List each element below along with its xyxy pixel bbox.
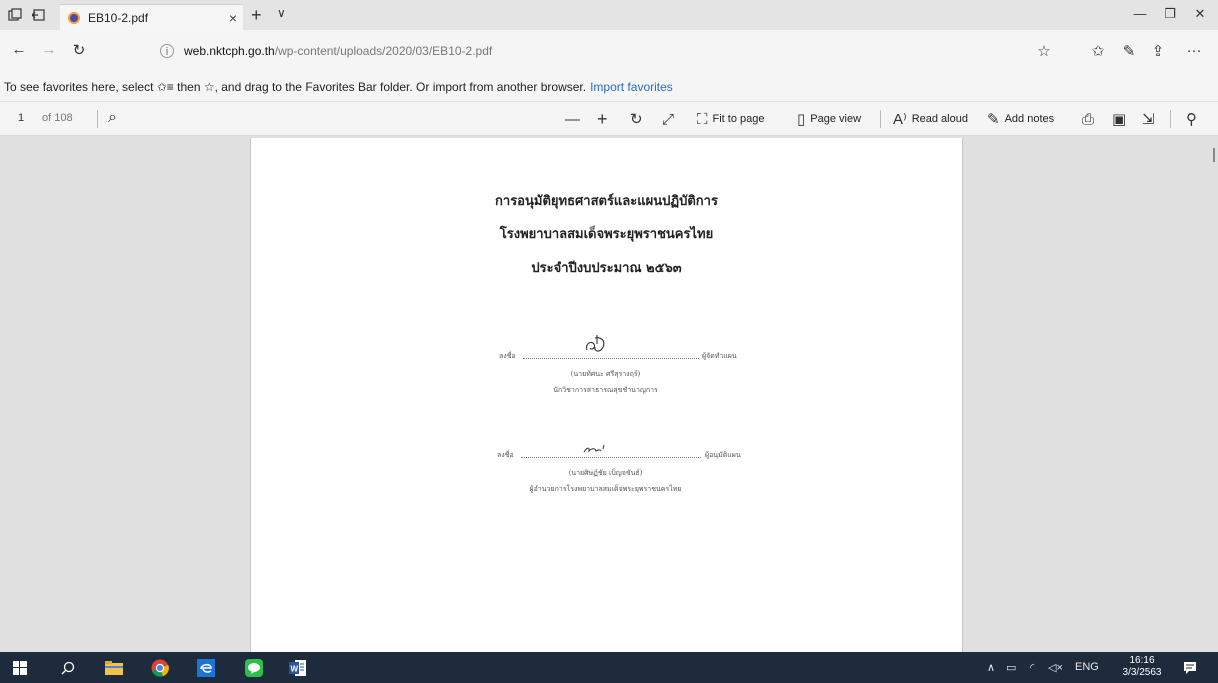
url-path: /wp-content/uploads/2020/03/EB10-2.pdf	[274, 44, 493, 58]
taskbar: W ∧ ▭ ◜ ◁× ENG 16:16 3/3/2563	[0, 652, 1218, 683]
signature1-prefix: ลงชื่อ	[499, 352, 516, 360]
set-tabs-aside-icon[interactable]	[30, 6, 48, 24]
signature1-position: นักวิชาการสาธารณสุขชำนาญการ	[553, 386, 658, 394]
wifi-icon[interactable]: ◜	[1030, 661, 1034, 674]
more-menu-icon[interactable]: ···	[1183, 42, 1205, 62]
share-icon[interactable]: ⇪	[1147, 42, 1169, 62]
url-host: web.nktcph.go.th	[184, 44, 275, 58]
show-hidden-icons-chevron-icon[interactable]: ∧	[987, 661, 995, 674]
pdf-toolbar: 1 of 108 ⌕ — + ↻ ⤢ ⛶ Fit to page ▯ Page …	[0, 102, 1218, 136]
screen: EB10-2.pdf × + ∨ — ❐ ✕ ← → ↻ i web.nktcp…	[0, 0, 1218, 683]
signature2-rule	[521, 457, 701, 458]
document-title-line2: โรงพยาบาลสมเด็จพระยุพราชนครไทย	[499, 227, 714, 242]
restore-button[interactable]: ❐	[1155, 6, 1185, 24]
refresh-icon[interactable]: ↻	[68, 41, 90, 61]
edge-icon[interactable]	[196, 658, 216, 678]
favorites-bar-message: To see favorites here, select ✩≡ then ☆,…	[4, 79, 587, 94]
volume-muted-icon[interactable]: ◁×	[1048, 661, 1063, 674]
input-language[interactable]: ENG	[1075, 661, 1099, 673]
title-bar: EB10-2.pdf × + ∨ — ❐ ✕	[0, 0, 1218, 30]
address-bar: ← → ↻ i web.nktcph.go.th /wp-content/upl…	[0, 30, 1218, 72]
add-notes-button[interactable]: ✎ Add notes	[987, 110, 1054, 128]
web-notes-pen-icon[interactable]: ✎	[1118, 42, 1140, 62]
tab-preview-chevron-icon[interactable]: ∨	[277, 6, 286, 20]
tab-actions-icon[interactable]	[6, 6, 24, 24]
back-icon[interactable]: ←	[8, 41, 30, 61]
favorite-star-icon[interactable]: ☆	[1033, 42, 1055, 62]
tab-title: EB10-2.pdf	[88, 10, 149, 25]
clock-time: 16:16	[1129, 655, 1155, 666]
signature2-position: ผู้อำนวยการโรงพยาบาลสมเด็จพระยุพราชนครไท…	[529, 485, 682, 493]
add-notes-label: Add notes	[1004, 113, 1055, 125]
page-count: of 108	[42, 112, 73, 124]
fit-to-page-icon: ⛶	[697, 110, 708, 128]
clock-date: 3/3/2563	[1122, 667, 1162, 678]
signature2-name: (นายศิษฏ์ชัย เบ็ญจขันธ์)	[568, 469, 643, 477]
print-icon[interactable]: ⎙	[1082, 110, 1099, 128]
page-number-input[interactable]: 1	[18, 112, 24, 124]
fit-to-page-label: Fit to page	[712, 113, 765, 125]
read-aloud-icon: A⁾	[893, 111, 907, 128]
favorites-bar: To see favorites here, select ✩≡ then ☆,…	[0, 72, 1218, 102]
action-center-icon[interactable]	[1180, 658, 1200, 678]
line-app-icon[interactable]	[244, 658, 264, 678]
page-view-icon: ▯	[797, 111, 806, 128]
signature1-role: ผู้จัดทำแผน	[702, 352, 737, 360]
minimize-button[interactable]: —	[1125, 6, 1155, 24]
toolbar-divider	[1170, 110, 1171, 128]
word-icon[interactable]: W	[288, 658, 308, 678]
pdf-favicon-icon	[68, 11, 80, 24]
document-title-line3: ประจำปีงบประมาณ ๒๕๖๓	[531, 261, 682, 276]
close-button[interactable]: ✕	[1185, 6, 1215, 24]
favorites-hub-icon[interactable]: ✩	[1087, 42, 1109, 62]
signature2-image	[583, 444, 605, 453]
signature1-name: (นายทัศนะ ศรีสุรางฤร์)	[570, 370, 641, 378]
chrome-icon[interactable]	[150, 658, 170, 678]
file-explorer-icon[interactable]	[104, 658, 124, 678]
scrollbar-thumb[interactable]	[1213, 148, 1215, 162]
read-aloud-label: Read aloud	[911, 113, 968, 125]
fit-to-page-button[interactable]: ⛶ Fit to page	[697, 110, 765, 128]
document-title-line1: การอนุมัติยุทธศาสตร์และแผนปฏิบัติการ	[495, 194, 718, 209]
site-info-icon[interactable]: i	[160, 44, 174, 58]
zoom-in-icon[interactable]: +	[597, 109, 613, 129]
search-icon[interactable]: ⌕	[108, 109, 117, 127]
signature1-image	[586, 335, 605, 352]
pin-toolbar-icon[interactable]: ⚲	[1186, 110, 1202, 128]
signature2-prefix: ลงชื่อ	[497, 451, 514, 459]
url-field[interactable]: i web.nktcph.go.th /wp-content/uploads/2…	[160, 41, 1020, 61]
taskbar-clock[interactable]: 16:16 3/3/2563	[1122, 655, 1162, 679]
windows-start-icon[interactable]	[10, 658, 30, 678]
page-view-label: Page view	[810, 113, 862, 125]
forward-icon[interactable]: →	[38, 41, 60, 61]
battery-icon[interactable]: ▭	[1006, 661, 1016, 674]
pdf-page: การอนุมัติยุทธศาสตร์และแผนปฏิบัติการ โรง…	[250, 138, 963, 652]
save-icon[interactable]: ▣	[1112, 110, 1131, 128]
search-icon[interactable]	[58, 658, 78, 678]
import-favorites-link[interactable]: Import favorites	[590, 80, 673, 94]
rotate-icon[interactable]: ↻	[630, 110, 648, 128]
toolbar-divider	[880, 110, 881, 128]
zoom-out-icon[interactable]: —	[565, 110, 585, 128]
new-tab-button[interactable]: +	[251, 5, 262, 26]
read-aloud-button[interactable]: A⁾ Read aloud	[893, 110, 968, 128]
tab-close-icon[interactable]: ×	[223, 10, 243, 26]
page-view-button[interactable]: ▯ Page view	[797, 110, 861, 128]
tab-active[interactable]: EB10-2.pdf ×	[60, 4, 243, 30]
fullscreen-icon[interactable]: ⤢	[662, 110, 679, 128]
svg-text:W: W	[291, 665, 299, 674]
save-as-icon[interactable]: ⇲	[1142, 110, 1160, 128]
signature2-role: ผู้อนุมัติแผน	[705, 451, 741, 459]
signature1-rule	[523, 358, 699, 359]
pdf-viewer[interactable]: การอนุมัติยุทธศาสตร์และแผนปฏิบัติการ โรง…	[0, 136, 1218, 652]
add-notes-pen-icon: ✎	[987, 111, 1000, 128]
toolbar-divider	[97, 110, 98, 128]
